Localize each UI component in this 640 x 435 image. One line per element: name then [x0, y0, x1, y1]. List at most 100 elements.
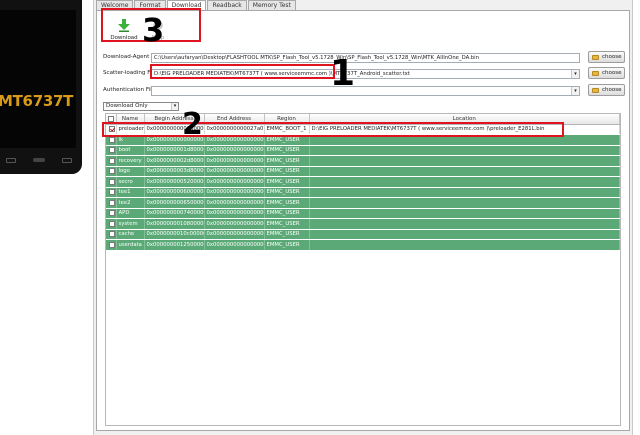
tab-readback[interactable]: Readback — [207, 0, 247, 10]
checkbox-icon[interactable] — [109, 220, 115, 227]
table-row[interactable]: tee2 0x0000000006500000 0x0000000000000000… — [106, 197, 620, 209]
region-cell: EMMC_USER — [264, 197, 310, 209]
checkbox-icon[interactable] — [109, 231, 115, 237]
chevron-down-icon[interactable]: ▾ — [171, 103, 178, 110]
row-checkbox-cell[interactable] — [106, 197, 117, 209]
partition-name-cell: boot — [116, 145, 145, 156]
row-checkbox-cell[interactable] — [106, 166, 117, 177]
auth-file-label: Authentication File — [103, 87, 156, 93]
download-mode-select[interactable]: Download Only ▾ — [103, 102, 179, 111]
download-agent-choose-button[interactable]: choose — [588, 51, 625, 63]
step2-highlight-box — [102, 122, 564, 137]
auth-file-input[interactable]: ▾ — [151, 86, 580, 96]
region-cell: EMMC_USER — [264, 187, 310, 198]
checkbox-icon[interactable] — [109, 157, 115, 164]
partition-name-cell: tee1 — [116, 187, 145, 198]
folder-icon — [592, 54, 599, 60]
end-address-cell: 0x0000000000000000 — [204, 176, 265, 188]
scatter-file-choose-button[interactable]: choose — [588, 67, 625, 79]
end-address-cell: 0x0000000000000000 — [204, 145, 265, 156]
checkbox-icon[interactable] — [109, 241, 115, 248]
partition-name-cell: secro — [116, 176, 145, 188]
checkbox-icon[interactable] — [109, 210, 115, 216]
choose-label: choose — [602, 70, 622, 76]
begin-address-cell: 0x0000000006500000 — [144, 197, 205, 209]
download-agent-input[interactable]: C:\Users\aufaryan\Desktop\FLASHTOOL MTK\… — [151, 53, 580, 63]
chevron-down-icon[interactable]: ▾ — [571, 87, 579, 95]
menu-key-icon — [62, 157, 72, 163]
checkbox-icon[interactable] — [109, 178, 115, 185]
checkbox-icon[interactable] — [109, 136, 115, 143]
row-checkbox-cell[interactable] — [106, 187, 117, 198]
partition-name-cell: logo — [116, 166, 145, 177]
table-row[interactable]: logo 0x0000000003d80000 0x0000000000000000… — [106, 166, 620, 177]
partition-table: Name Begin Address End Address Region Lo… — [105, 113, 621, 426]
step2-number: 2 — [182, 107, 203, 142]
row-checkbox-cell[interactable] — [106, 145, 117, 156]
location-cell — [309, 176, 620, 188]
begin-address-cell: 0x0000000001d80000 — [144, 145, 205, 156]
table-row[interactable]: system 0x0000000010800000 0x00000000000000… — [106, 218, 620, 230]
table-row[interactable]: tee1 0x0000000006000000 0x0000000000000000… — [106, 187, 620, 198]
location-cell — [309, 218, 620, 230]
location-cell — [309, 166, 620, 177]
location-cell — [309, 239, 620, 251]
checkbox-icon[interactable] — [109, 189, 115, 195]
step1-number: 1 — [330, 53, 356, 94]
row-checkbox-cell[interactable] — [106, 155, 117, 167]
checkbox-icon[interactable] — [107, 115, 114, 122]
begin-address-cell: 0x0000000002d80000 — [144, 155, 205, 167]
location-cell — [309, 208, 620, 219]
location-cell — [309, 155, 620, 167]
folder-icon — [592, 70, 599, 76]
table-row[interactable]: boot 0x0000000001d80000 0x0000000000000000… — [106, 145, 620, 156]
row-checkbox-cell[interactable] — [106, 229, 117, 240]
region-cell: EMMC_USER — [264, 155, 310, 167]
checkbox-icon[interactable] — [109, 147, 115, 153]
tab-memory-test[interactable]: Memory Test — [247, 0, 296, 10]
end-address-cell: 0x0000000000000000 — [204, 166, 265, 177]
download-agent-label: Download-Agent — [103, 54, 150, 60]
location-cell — [309, 187, 620, 198]
auth-file-choose-button[interactable]: choose — [588, 84, 625, 96]
table-row[interactable]: userdata 0x0000000012500000 0x000000000000… — [106, 239, 620, 251]
auth-file-row: Authentication File ▾ choose — [103, 84, 625, 97]
region-cell: EMMC_USER — [264, 218, 310, 230]
row-checkbox-cell[interactable] — [106, 239, 117, 251]
begin-address-cell: 0x0000000003d80000 — [144, 166, 205, 177]
begin-address-cell: 0x0000000005200000 — [144, 176, 205, 188]
row-checkbox-cell[interactable] — [106, 218, 117, 230]
row-checkbox-cell[interactable] — [106, 208, 117, 219]
row-checkbox-cell[interactable] — [106, 176, 117, 188]
end-address-cell: 0x0000000000000000 — [204, 197, 265, 209]
scatter-file-label: Scatter-loading File — [103, 70, 157, 76]
end-address-cell: 0x0000000000000000 — [204, 187, 265, 198]
partition-name-cell: cache — [116, 229, 145, 240]
end-address-cell: 0x0000000000000000 — [204, 239, 265, 251]
back-key-icon — [6, 157, 16, 163]
location-cell — [309, 145, 620, 156]
phone-softkeys — [6, 155, 72, 165]
phone-model-text: MT6737T — [0, 92, 74, 110]
table-row[interactable]: APD 0x0000000007400000 0x0000000000000000 E… — [106, 208, 620, 219]
table-row[interactable]: secro 0x0000000005200000 0x000000000000000… — [106, 176, 620, 188]
partition-name-cell: userdata — [116, 239, 145, 251]
end-address-cell: 0x0000000000000000 — [204, 218, 265, 230]
partition-name-cell: tee2 — [116, 197, 145, 209]
end-address-cell: 0x0000000000000000 — [204, 229, 265, 240]
region-cell: EMMC_USER — [264, 239, 310, 251]
region-cell: EMMC_USER — [264, 208, 310, 219]
region-cell: EMMC_USER — [264, 145, 310, 156]
begin-address-cell: 0x0000000007400000 — [144, 208, 205, 219]
table-row[interactable]: cache 0x0000000010c00000 0x000000000000000… — [106, 229, 620, 240]
table-row[interactable]: recovery 0x0000000002d80000 0x000000000000… — [106, 155, 620, 167]
choose-label: choose — [602, 54, 622, 60]
download-agent-row: Download-Agent C:\Users\aufaryan\Desktop… — [103, 51, 625, 64]
checkbox-icon[interactable] — [109, 199, 115, 206]
phone-screen — [0, 10, 76, 148]
checkbox-icon[interactable] — [109, 168, 115, 174]
window-edge — [633, 0, 640, 435]
chevron-down-icon[interactable]: ▾ — [571, 70, 579, 78]
begin-address-cell: 0x0000000006000000 — [144, 187, 205, 198]
download-mode-value: Download Only — [106, 103, 148, 109]
